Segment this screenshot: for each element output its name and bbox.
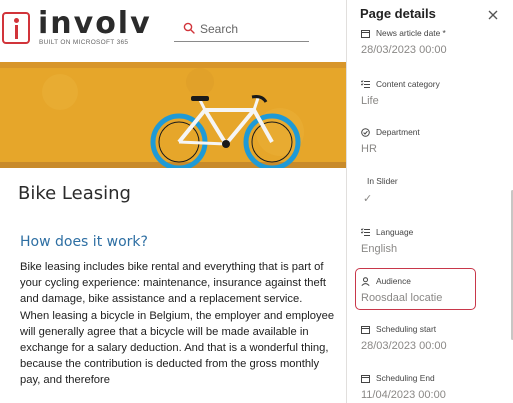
hero-image xyxy=(0,62,346,168)
field-value: English xyxy=(361,243,398,255)
list-icon xyxy=(361,79,370,88)
field-value: HR xyxy=(361,143,377,155)
top-bar: involv BUILT ON MICROSOFT 365 xyxy=(0,0,346,62)
panel-title: Page details xyxy=(360,6,436,21)
page-title: Bike Leasing xyxy=(18,183,131,204)
search-icon xyxy=(183,22,195,34)
close-icon xyxy=(488,10,498,20)
search-box[interactable] xyxy=(174,16,309,42)
field-value: Life xyxy=(361,95,379,107)
list-icon xyxy=(361,227,370,236)
logo-subtitle: BUILT ON MICROSOFT 365 xyxy=(39,39,129,46)
field-label: Content category xyxy=(376,79,440,89)
field-label: Scheduling End xyxy=(376,373,435,383)
field-value: 28/03/2023 00:00 xyxy=(361,44,447,56)
section-heading: How does it work? xyxy=(20,234,148,250)
field-label: Scheduling start xyxy=(376,324,437,334)
article-body: Bike leasing includes bike rental and ev… xyxy=(20,259,336,389)
title-card: Bike Leasing xyxy=(0,168,346,222)
calendar-icon xyxy=(361,374,370,383)
field-label: Language xyxy=(376,227,414,237)
check-circle-icon xyxy=(361,127,370,137)
logo-text: involv xyxy=(38,6,152,41)
page-details-panel: Page details News article date * 28/03/2… xyxy=(346,0,513,403)
field-label: In Slider xyxy=(367,176,398,186)
field-value: 11/04/2023 00:00 xyxy=(361,389,446,401)
article-page: involv BUILT ON MICROSOFT 365 Search Bik… xyxy=(0,0,346,403)
calendar-icon xyxy=(361,325,370,334)
search-input[interactable] xyxy=(200,19,305,39)
article-content: How does it work? Bike leasing includes … xyxy=(0,222,346,403)
field-value: Roosdaal locatie xyxy=(361,292,443,304)
checkmark-icon: ✓ xyxy=(363,193,373,205)
logo-mark-icon xyxy=(2,12,30,44)
field-value: 28/03/2023 00:00 xyxy=(361,340,447,352)
involv-logo[interactable]: involv BUILT ON MICROSOFT 365 xyxy=(2,6,150,48)
calendar-icon xyxy=(361,29,370,38)
field-label: News article date * xyxy=(376,28,446,38)
close-button[interactable] xyxy=(486,8,500,22)
article-paragraph: Bike leasing includes bike rental and ev… xyxy=(20,261,326,306)
person-icon xyxy=(361,276,370,286)
field-label: Department xyxy=(376,127,420,137)
field-label: Audience xyxy=(376,276,411,286)
article-paragraph: When leasing a bicycle in Belgium, the e… xyxy=(20,309,335,387)
